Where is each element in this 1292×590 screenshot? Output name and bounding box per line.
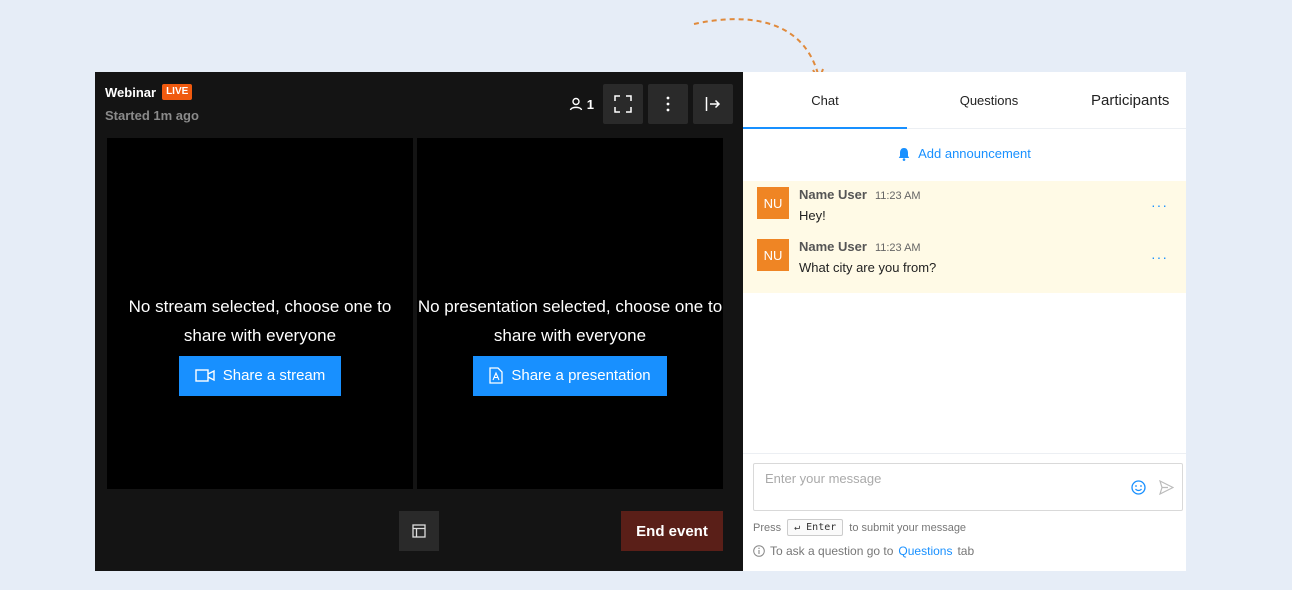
presentation-empty-message: No presentation selected, choose one to … <box>417 296 723 345</box>
send-icon[interactable] <box>1159 480 1174 495</box>
message-author: Name User <box>799 239 867 254</box>
chat-message-list: NU Name User 11:23 AM Hey! ··· NU Name U… <box>743 181 1186 293</box>
webinar-player: Webinar LIVE Started 1m ago 1 No stream … <box>95 72 743 571</box>
chat-sidebar: Chat Questions Participants Add announce… <box>743 72 1186 571</box>
enter-key: ↵ Enter <box>787 519 844 536</box>
webinar-title: Webinar <box>105 84 157 100</box>
fullscreen-button[interactable] <box>603 84 643 124</box>
more-options-button[interactable] <box>648 84 688 124</box>
message-header: Name User 11:23 AM <box>799 239 936 254</box>
add-announcement-label: Add announcement <box>918 146 1031 161</box>
share-stream-button[interactable]: Share a stream <box>178 355 342 396</box>
emoji-icon[interactable] <box>1131 480 1146 495</box>
layout-icon <box>412 524 426 538</box>
questions-link[interactable]: Questions <box>898 544 952 558</box>
message-body: Name User 11:23 AM What city are you fro… <box>799 239 936 291</box>
chat-message: NU Name User 11:23 AM Hey! ··· <box>743 187 1186 239</box>
message-time: 11:23 AM <box>874 190 921 202</box>
message-time: 11:23 AM <box>874 242 921 254</box>
end-event-button[interactable]: End event <box>621 511 723 551</box>
avatar: NU <box>757 239 789 271</box>
fullscreen-icon <box>614 95 632 113</box>
message-text: Hey! <box>799 208 826 223</box>
exit-icon <box>705 97 721 111</box>
share-stream-label: Share a stream <box>222 367 326 384</box>
message-author: Name User <box>799 187 867 202</box>
user-icon <box>569 97 582 111</box>
player-actions: 1 <box>569 84 733 124</box>
started-time: Started 1m ago <box>105 108 199 123</box>
layout-button[interactable] <box>399 511 439 551</box>
sidebar-tabs: Chat Questions Participants <box>743 72 1186 129</box>
share-presentation-label: Share a presentation <box>511 367 651 384</box>
pdf-file-icon <box>489 367 504 384</box>
tab-chat[interactable]: Chat <box>743 72 907 129</box>
hint-press: Press <box>753 521 782 534</box>
info-icon <box>753 545 765 557</box>
questions-info: To ask a question go to Questions tab <box>753 544 974 558</box>
exit-button[interactable] <box>693 84 733 124</box>
composer-divider <box>743 453 1186 454</box>
info-suffix: tab <box>957 544 975 558</box>
info-prefix: To ask a question go to <box>770 544 894 558</box>
stream-stage: No stream selected, choose one to share … <box>107 138 413 489</box>
live-badge: LIVE <box>162 84 193 100</box>
message-input-placeholder: Enter your message <box>765 471 882 486</box>
message-body: Name User 11:23 AM Hey! <box>799 187 921 239</box>
participant-count[interactable]: 1 <box>569 97 594 112</box>
presentation-stage: No presentation selected, choose one to … <box>417 138 723 489</box>
add-announcement-button[interactable]: Add announcement <box>743 146 1186 161</box>
chat-message: NU Name User 11:23 AM What city are you … <box>743 239 1186 291</box>
tab-questions[interactable]: Questions <box>907 72 1071 129</box>
message-more-icon[interactable]: ··· <box>1151 197 1168 213</box>
more-vertical-icon <box>666 96 670 112</box>
message-text: What city are you from? <box>799 260 937 275</box>
bell-icon <box>898 147 910 161</box>
tab-participants[interactable]: Participants <box>1071 72 1191 129</box>
stream-empty-message: No stream selected, choose one to share … <box>128 296 392 345</box>
avatar: NU <box>757 187 789 219</box>
message-header: Name User 11:23 AM <box>799 187 921 202</box>
hint-tail: to submit your message <box>849 521 967 534</box>
active-tab-indicator <box>743 127 907 129</box>
player-title: Webinar LIVE <box>105 84 193 100</box>
submit-hint: Press ↵ Enter to submit your message <box>753 519 966 536</box>
message-input[interactable]: Enter your message <box>753 463 1183 511</box>
participant-count-value: 1 <box>586 96 594 112</box>
message-more-icon[interactable]: ··· <box>1151 249 1168 265</box>
video-icon <box>195 368 215 382</box>
share-presentation-button[interactable]: Share a presentation <box>473 355 667 396</box>
